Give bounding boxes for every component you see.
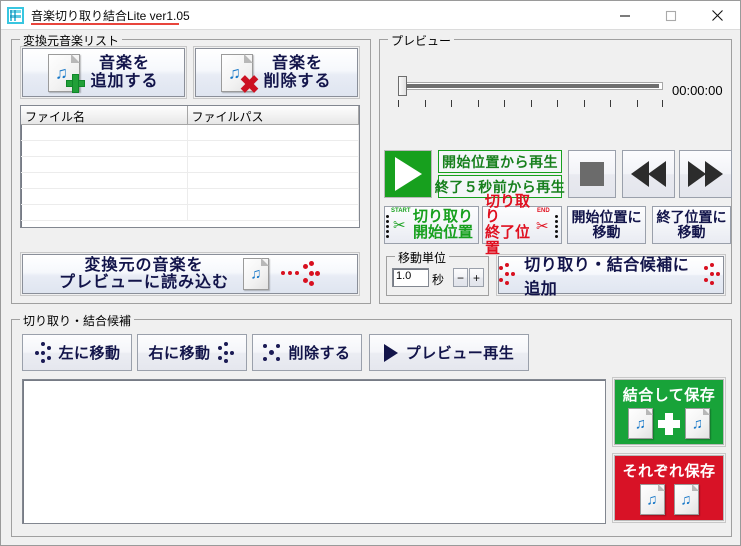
table-row[interactable]	[21, 157, 359, 173]
move-unit-legend: 移動単位	[395, 249, 450, 266]
title-bar: 音楽切り取り結合Lite ver1.05	[1, 1, 740, 30]
music-file-icon: ♫	[639, 484, 665, 515]
table-row[interactable]	[21, 205, 359, 221]
play-from-start-label: 開始位置から再生	[442, 153, 558, 170]
stop-button[interactable]	[568, 150, 616, 198]
delete-candidate-button[interactable]: 削除する	[252, 334, 362, 371]
cut-start-position-button[interactable]: START ✂ 切り取り 開始位置	[384, 206, 479, 244]
cut-start-label: 切り取り 開始位置	[413, 208, 474, 241]
separate-save-label: それぞれ保存	[622, 463, 716, 480]
title-underline	[31, 23, 179, 25]
cut-end-label: 切り取り 終了位置	[485, 192, 531, 257]
x-badge-icon	[239, 74, 259, 94]
add-to-candidates-button[interactable]: 切り取り・結合候補に追加	[498, 256, 724, 298]
goto-start-label: 開始位置に 移動	[571, 209, 642, 240]
play-button[interactable]	[384, 150, 432, 198]
dotted-arrow-icon	[281, 261, 321, 287]
column-header-filepath[interactable]: ファイルパス	[187, 106, 359, 125]
candidates-legend: 切り取り・結合候補	[20, 312, 135, 329]
candidates-listview[interactable]	[22, 379, 606, 524]
move-unit-minus-button[interactable]: −	[453, 268, 468, 287]
play-icon	[394, 157, 422, 191]
goto-start-position-button[interactable]: 開始位置に 移動	[567, 206, 646, 244]
merge-and-save-button[interactable]: 結合して保存 ♫ ♫	[614, 379, 724, 445]
maximize-button[interactable]	[648, 1, 694, 30]
preview-legend: プレビュー	[388, 32, 455, 49]
stop-icon	[580, 162, 604, 186]
preview-play-candidates-button[interactable]: プレビュー再生	[369, 334, 529, 371]
slider-ticks	[398, 100, 663, 107]
move-right-button[interactable]: 右に移動	[137, 334, 247, 371]
timecode-display: 00:00:00	[672, 83, 723, 98]
plus-badge-icon	[66, 73, 86, 93]
move-unit-suffix: 秒	[432, 273, 445, 287]
table-row[interactable]	[21, 141, 359, 157]
table-row[interactable]	[21, 189, 359, 205]
move-left-button[interactable]: 左に移動	[22, 334, 132, 371]
move-unit-plus-button[interactable]: +	[469, 268, 484, 287]
music-file-remove-icon: ♫	[221, 53, 259, 93]
rewind-button[interactable]	[622, 150, 675, 198]
merge-save-label: 結合して保存	[622, 387, 716, 404]
load-to-preview-label: 変換元の音楽を プレビューに読み込む	[58, 256, 229, 291]
separate-save-icons: ♫ ♫	[639, 484, 699, 515]
window-controls	[602, 1, 740, 30]
move-left-label: 左に移動	[58, 345, 121, 362]
add-music-label: 音楽を 追加する	[90, 55, 159, 90]
fast-forward-icon	[688, 161, 723, 187]
cut-end-position-button[interactable]: 切り取り 終了位置 END ✂	[482, 193, 562, 256]
window-title: 音楽切り取り結合Lite ver1.05	[31, 8, 190, 23]
merge-save-icons: ♫ ♫	[628, 408, 710, 439]
plus-icon	[658, 412, 680, 435]
dots-left-icon	[33, 341, 53, 363]
close-button[interactable]	[694, 1, 740, 30]
table-row[interactable]	[21, 173, 359, 189]
music-file-icon: ♫	[685, 408, 710, 439]
remove-music-button[interactable]: ♫ 音楽を 削除する	[195, 48, 358, 97]
table-row[interactable]	[21, 125, 359, 141]
remove-music-label: 音楽を 削除する	[263, 55, 332, 90]
minimize-button[interactable]	[602, 1, 648, 30]
dots-x-icon	[263, 344, 283, 361]
fast-forward-button[interactable]	[679, 150, 732, 198]
slider-fill	[400, 84, 659, 88]
move-right-label: 右に移動	[148, 345, 211, 362]
preview-play-label: プレビュー再生	[405, 345, 515, 362]
music-file-icon: ♫	[628, 408, 653, 439]
load-to-preview-button[interactable]: 変換元の音楽を プレビューに読み込む ♫	[22, 254, 358, 294]
listview-rows	[21, 125, 359, 221]
delete-candidate-label: 削除する	[288, 345, 351, 362]
save-separately-button[interactable]: それぞれ保存 ♫ ♫	[614, 455, 724, 521]
goto-end-position-button[interactable]: 終了位置に 移動	[652, 206, 731, 244]
preview-slider[interactable]	[398, 74, 663, 108]
music-file-add-icon: ♫	[48, 53, 86, 93]
move-unit-input[interactable]: 1.0	[392, 268, 429, 287]
scissors-icon: END ✂	[535, 207, 561, 243]
app-icon	[7, 6, 24, 24]
add-music-button[interactable]: ♫ 音楽を 追加する	[22, 48, 185, 97]
dotted-arrow-icon	[499, 263, 518, 287]
dots-right-icon	[216, 341, 236, 363]
scissors-icon: START ✂	[385, 207, 413, 243]
column-header-filename[interactable]: ファイル名	[21, 106, 188, 125]
goto-end-label: 終了位置に 移動	[656, 209, 727, 240]
music-file-icon: ♫	[243, 258, 269, 290]
add-to-candidates-label: 切り取り・結合候補に追加	[524, 257, 690, 298]
play-icon	[383, 343, 398, 362]
music-file-icon: ♫	[673, 484, 699, 515]
rewind-icon	[631, 161, 666, 187]
listview-header: ファイル名 ファイルパス	[21, 106, 359, 125]
play-from-start-button[interactable]: 開始位置から再生	[438, 150, 562, 173]
source-file-listview[interactable]: ファイル名 ファイルパス	[20, 105, 360, 228]
slider-thumb[interactable]	[398, 76, 407, 96]
dotted-arrow-icon	[703, 263, 723, 287]
app-window: 音楽切り取り結合Lite ver1.05 変換元音楽リスト ♫ 音楽を 追加する…	[0, 0, 741, 546]
